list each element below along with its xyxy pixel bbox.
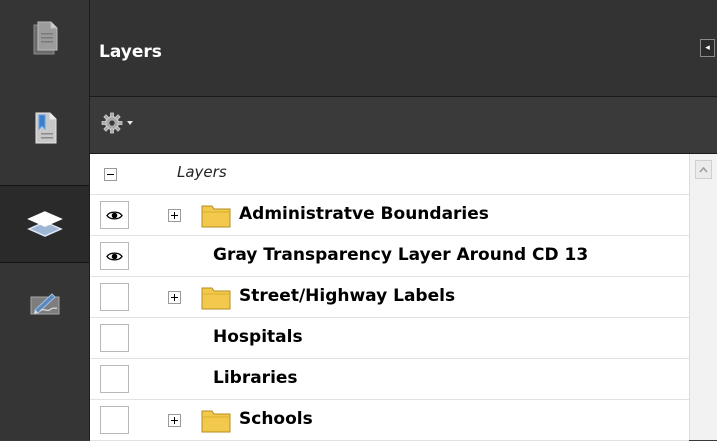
- root-label: Layers: [177, 163, 227, 181]
- scroll-up-button[interactable]: [695, 160, 712, 179]
- pages-button[interactable]: [0, 0, 89, 78]
- folder-icon: [201, 407, 231, 433]
- navigation-sidebar: [0, 0, 90, 440]
- layer-row: Administratve Boundaries: [90, 195, 689, 236]
- panel-title: Layers: [99, 42, 162, 62]
- gear-icon: [101, 112, 123, 134]
- signatures-icon: [30, 293, 59, 315]
- layers-icon: [26, 211, 63, 237]
- visibility-toggle[interactable]: [100, 283, 129, 311]
- visibility-toggle[interactable]: [100, 201, 129, 229]
- pages-icon: [33, 21, 57, 55]
- collapse-panel-button[interactable]: ◂: [700, 39, 715, 57]
- layer-label[interactable]: Schools: [239, 409, 313, 429]
- visibility-toggle[interactable]: [100, 365, 129, 393]
- visibility-toggle[interactable]: [100, 324, 129, 352]
- layer-label[interactable]: Street/Highway Labels: [239, 286, 455, 306]
- tree-root-row: Layers: [90, 154, 689, 195]
- folder-icon: [201, 284, 231, 310]
- panel-toolbar: [90, 97, 717, 154]
- layers-panel: Layers ◂ Layers Administratve Boundaries…: [90, 0, 717, 441]
- expand-toggle[interactable]: [168, 291, 181, 304]
- signatures-button[interactable]: [0, 266, 89, 344]
- layer-label[interactable]: Gray Transparency Layer Around CD 13: [213, 245, 588, 265]
- layers-button[interactable]: [0, 185, 89, 263]
- bookmarks-icon: [35, 112, 56, 144]
- layer-row: Schools: [90, 400, 689, 441]
- chevron-down-icon: [127, 121, 133, 125]
- panel-header: Layers ◂: [90, 0, 717, 97]
- expand-toggle[interactable]: [168, 209, 181, 222]
- eye-icon: [106, 251, 123, 261]
- layer-label[interactable]: Hospitals: [213, 327, 303, 347]
- layer-label[interactable]: Libraries: [213, 368, 298, 388]
- layer-row: Hospitals: [90, 318, 689, 359]
- collapse-toggle[interactable]: [104, 168, 117, 181]
- layer-row: Street/Highway Labels: [90, 277, 689, 318]
- visibility-toggle[interactable]: [100, 406, 129, 434]
- eye-icon: [106, 210, 123, 220]
- bookmarks-button[interactable]: [0, 89, 89, 167]
- visibility-toggle[interactable]: [100, 242, 129, 270]
- expand-toggle[interactable]: [168, 414, 181, 427]
- options-menu-button[interactable]: [100, 110, 140, 136]
- chevron-up-icon: [699, 166, 708, 172]
- layer-row: Libraries: [90, 359, 689, 400]
- vertical-scrollbar[interactable]: [689, 154, 717, 440]
- layer-label[interactable]: Administratve Boundaries: [239, 204, 489, 224]
- layers-tree: Layers Administratve Boundaries Gray Tra…: [90, 154, 689, 441]
- folder-icon: [201, 202, 231, 228]
- layer-row: Gray Transparency Layer Around CD 13: [90, 236, 689, 277]
